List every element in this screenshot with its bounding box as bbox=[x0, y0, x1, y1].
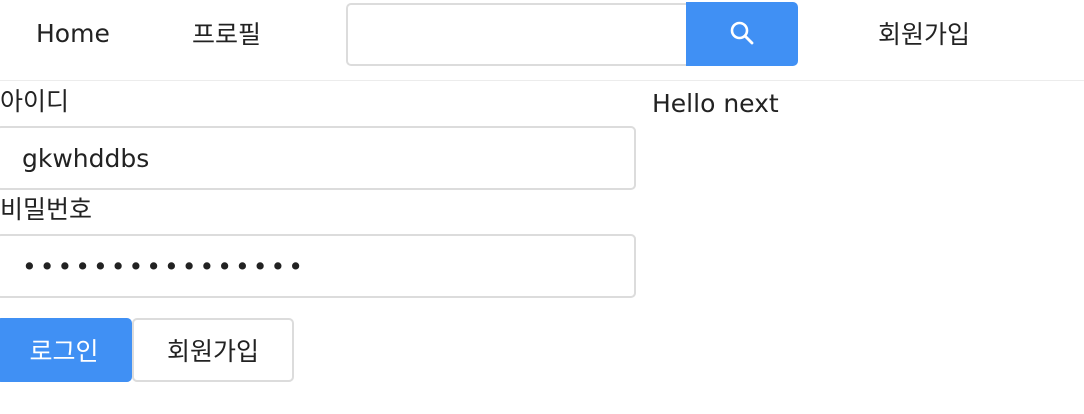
password-input[interactable] bbox=[0, 234, 636, 298]
search-button[interactable] bbox=[686, 2, 798, 66]
signup-button[interactable]: 회원가입 bbox=[132, 318, 294, 382]
top-nav: Home 프로필 회원가입 bbox=[0, 0, 1084, 81]
id-label: 아이디 bbox=[0, 87, 70, 116]
search-icon bbox=[728, 19, 756, 50]
greeting-text: Hello next bbox=[652, 89, 779, 118]
nav-profile-link[interactable]: 프로필 bbox=[192, 0, 261, 66]
login-button[interactable]: 로그인 bbox=[0, 318, 132, 382]
nav-signup-link[interactable]: 회원가입 bbox=[878, 0, 970, 66]
id-input[interactable] bbox=[0, 126, 636, 190]
nav-home-link[interactable]: Home bbox=[36, 0, 110, 66]
password-label: 비밀번호 bbox=[0, 195, 93, 224]
search-input[interactable] bbox=[346, 3, 688, 66]
